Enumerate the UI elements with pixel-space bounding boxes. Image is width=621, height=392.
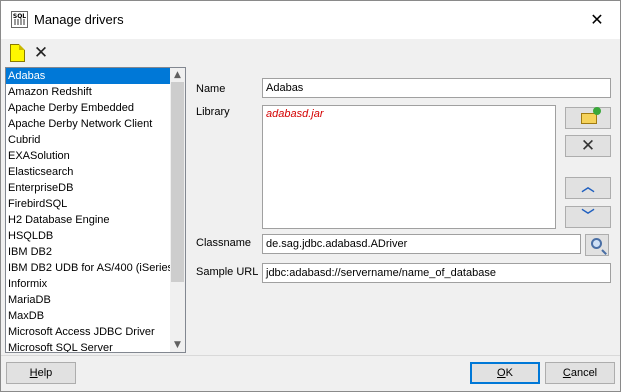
close-icon: ✕ (580, 136, 596, 156)
driver-list-item[interactable]: IBM DB2 (6, 244, 171, 260)
driver-list-item[interactable]: IBM DB2 UDB for AS/400 (iSeries) (6, 260, 177, 276)
find-class-button[interactable] (585, 234, 609, 256)
remove-library-button[interactable]: ✕ (565, 135, 611, 157)
classname-field[interactable]: de.sag.jdbc.adabasd.ADriver (262, 234, 581, 254)
title-bar: SQL Manage drivers ✕ (1, 1, 620, 39)
driver-list-item[interactable]: Amazon Redshift (6, 84, 171, 100)
sql-app-icon: SQL (11, 11, 28, 28)
library-item[interactable]: adabasd.jar (266, 108, 324, 120)
cancel-button[interactable]: Cancel (545, 362, 615, 384)
folder-open-icon (581, 107, 601, 124)
driver-list-item[interactable]: Informix (6, 276, 171, 292)
divider (1, 355, 620, 356)
delete-driver-button[interactable]: ✕ (32, 43, 50, 63)
window-title: Manage drivers (34, 12, 124, 27)
move-down-button[interactable]: ﹀ (565, 206, 611, 228)
driver-list-item[interactable]: Microsoft SQL Server (6, 340, 171, 352)
driver-list-scrollbar[interactable]: ▲ ▼ (170, 68, 185, 352)
close-window-button[interactable]: ✕ (574, 1, 620, 39)
driver-list-item[interactable]: FirebirdSQL (6, 196, 171, 212)
search-icon (591, 238, 602, 249)
sample-url-label: Sample URL (196, 266, 259, 278)
scroll-down-icon[interactable]: ▼ (170, 338, 185, 352)
add-library-button[interactable] (565, 107, 611, 129)
driver-list-item[interactable]: EnterpriseDB (6, 180, 171, 196)
driver-list-items: Adabas Amazon Redshift Apache Derby Embedd… (6, 68, 185, 352)
driver-list-item[interactable]: Adabas (6, 68, 171, 84)
driver-list-item[interactable]: Apache Derby Embedded (6, 100, 171, 116)
chevron-up-icon: ︿ (581, 180, 595, 195)
driver-list-item[interactable]: Microsoft Access JDBC Driver (6, 324, 171, 340)
driver-list-item[interactable]: Apache Derby Network Client (6, 116, 171, 132)
library-label: Library (196, 106, 230, 118)
classname-label: Classname (196, 237, 252, 249)
driver-list-item[interactable]: MariaDB (6, 292, 171, 308)
library-list[interactable]: adabasd.jar (262, 105, 556, 229)
scroll-up-icon[interactable]: ▲ (170, 68, 185, 82)
name-label: Name (196, 83, 226, 95)
move-up-button[interactable]: ︿ (565, 177, 611, 199)
driver-list-item[interactable]: MaxDB (6, 308, 171, 324)
driver-list-item[interactable]: HSQLDB (6, 228, 171, 244)
scroll-thumb[interactable] (171, 82, 184, 282)
manage-drivers-dialog: SQL Manage drivers ✕ ✕ Adabas Amazon Reds… (0, 0, 621, 392)
new-driver-button[interactable] (10, 44, 25, 62)
help-button[interactable]: Help (6, 362, 76, 384)
sample-url-field[interactable]: jdbc:adabasd://servername/name_of_databa… (262, 263, 611, 283)
driver-list-item[interactable]: Elasticsearch (6, 164, 171, 180)
ok-button[interactable]: OK (470, 362, 540, 384)
driver-list[interactable]: Adabas Amazon Redshift Apache Derby Embedd… (5, 67, 186, 353)
driver-list-item[interactable]: H2 Database Engine (6, 212, 171, 228)
chevron-down-icon: ﹀ (581, 209, 595, 224)
toolbar: ✕ (1, 39, 620, 67)
driver-list-item[interactable]: Cubrid (6, 132, 171, 148)
driver-list-item[interactable]: EXASolution (6, 148, 171, 164)
close-icon: ✕ (33, 43, 49, 63)
name-field[interactable]: Adabas (262, 78, 611, 98)
